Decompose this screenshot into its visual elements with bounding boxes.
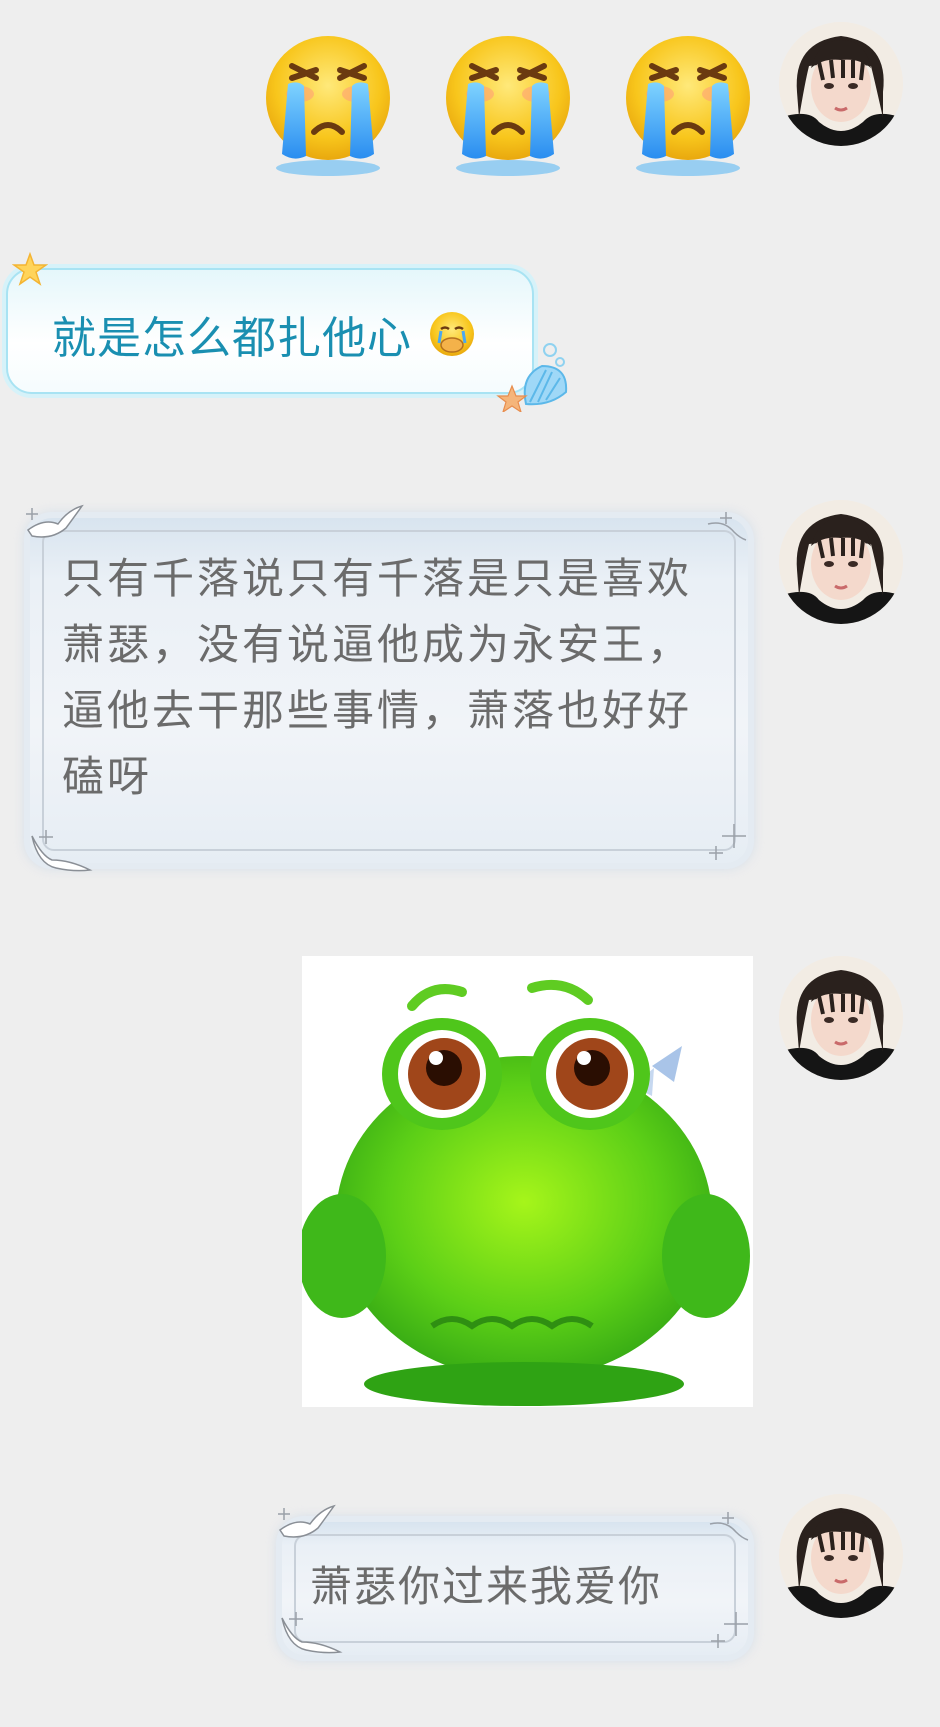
- crying-emoji-2[interactable]: [438, 28, 578, 178]
- sparkle-decoration-icon: [709, 1512, 749, 1541]
- message-text: 萧瑟你过来我爱你: [310, 1562, 663, 1611]
- sparkle-decoration-icon: [709, 824, 746, 860]
- sticker-message[interactable]: [302, 956, 753, 1407]
- shell-decoration-icon: [496, 343, 568, 412]
- message-text: 只有千落说只有千落是只是喜欢萧瑟，没有说逼他成为永安王，逼他去干那些事情，萧落也…: [62, 554, 693, 801]
- crying-emoji-3[interactable]: [618, 28, 758, 178]
- bird-decoration-icon: [31, 830, 93, 872]
- message-bubble-silver[interactable]: 只有千落说只有千落是只是喜欢萧瑟，没有说逼他成为永安王，逼他去干那些事情，萧落也…: [30, 518, 748, 863]
- user-avatar-icon: [779, 1494, 903, 1618]
- message-bubble-cyan[interactable]: 就是怎么都扎他心: [6, 268, 534, 394]
- crying-emoji-1[interactable]: [258, 28, 398, 178]
- loudly-crying-face-icon: [438, 28, 578, 178]
- message-bubble-silver[interactable]: 萧瑟你过来我爱你: [282, 1522, 748, 1655]
- user-avatar-icon: [779, 500, 903, 624]
- avatar[interactable]: [779, 1494, 903, 1618]
- sparkle-decoration-icon: [707, 512, 747, 541]
- sad-frog-sticker-icon: [302, 956, 753, 1407]
- avatar[interactable]: [779, 22, 903, 146]
- bird-decoration-icon: [278, 1504, 336, 1538]
- avatar[interactable]: [779, 500, 903, 624]
- bird-decoration-icon: [26, 504, 84, 538]
- message-text-content: 就是怎么都扎他心: [52, 313, 412, 364]
- loudly-crying-face-icon: [618, 28, 758, 178]
- user-avatar-icon: [779, 956, 903, 1080]
- star-decoration-icon: [12, 252, 48, 286]
- user-avatar-icon: [779, 22, 903, 146]
- face-holding-back-tears-icon: [430, 312, 474, 356]
- avatar[interactable]: [779, 956, 903, 1080]
- sparkle-decoration-icon: [711, 1612, 748, 1648]
- message-text: 就是怎么都扎他心: [52, 302, 477, 366]
- bird-decoration-icon: [281, 1612, 343, 1654]
- loudly-crying-face-icon: [258, 28, 398, 178]
